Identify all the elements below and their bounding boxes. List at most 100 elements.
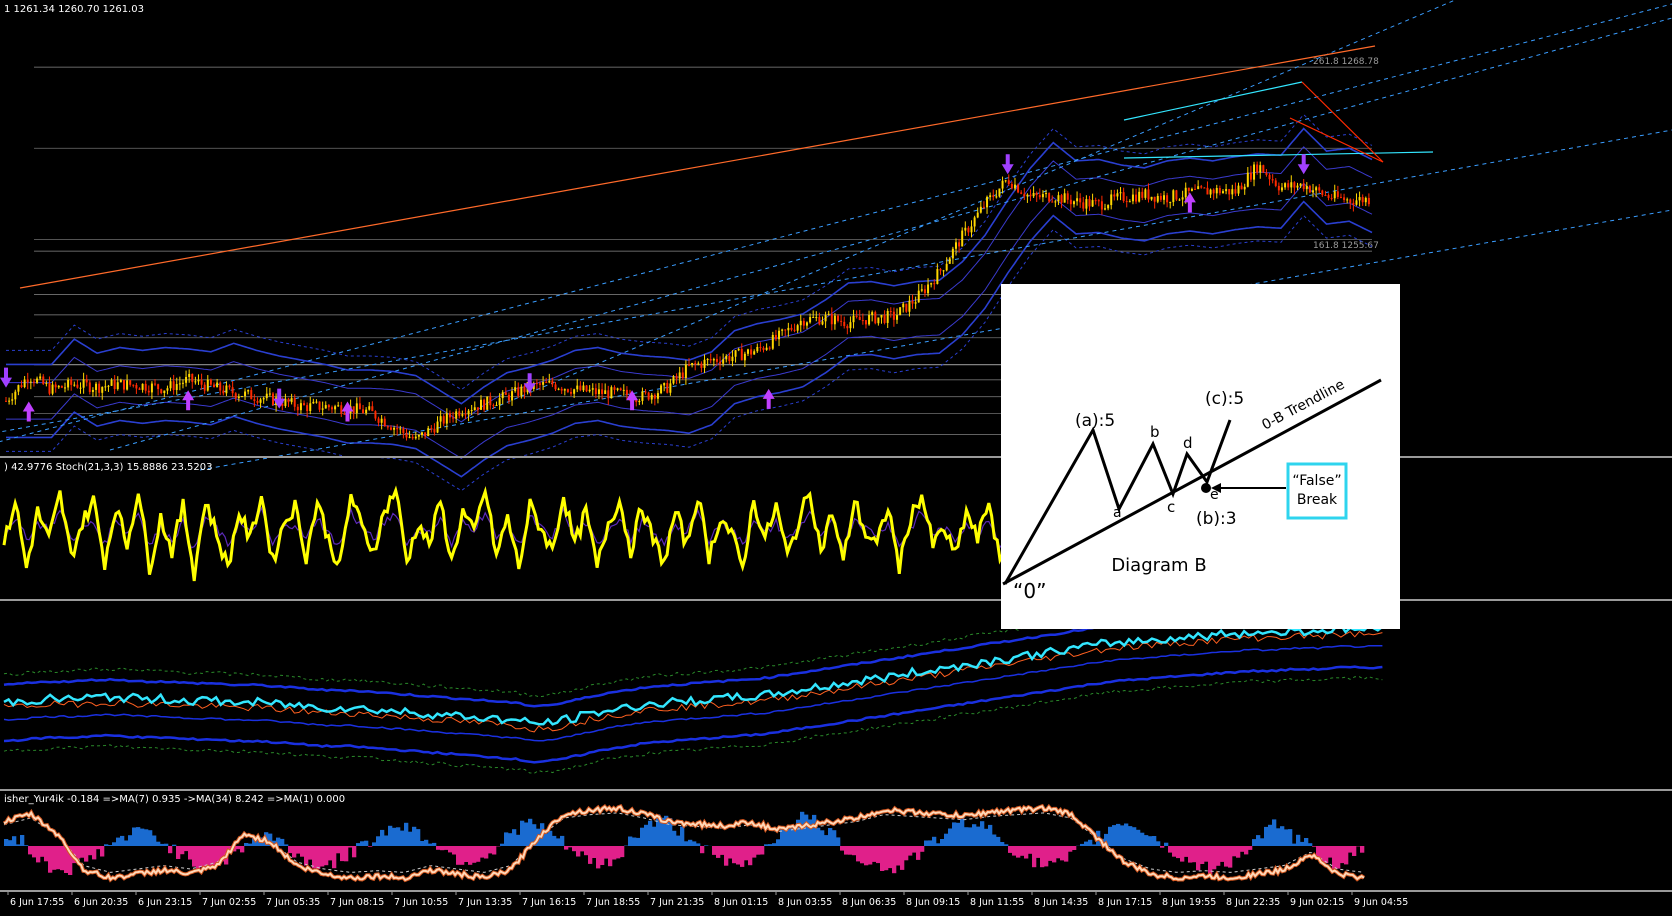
fisher-histogram-bar — [4, 839, 9, 846]
fisher-histogram-bar — [1008, 846, 1013, 853]
candle-body — [535, 383, 538, 385]
stochastic-panel[interactable]: ) 42.9776 Stoch(21,3,3) 15.8886 23.5203 — [2, 462, 1010, 582]
candle-body — [837, 315, 840, 321]
price-panel[interactable]: 261.8 1268.78161.8 1255.67138.2 1252.581… — [0, 0, 1672, 492]
diagram-b-figure: “False” Break (a):5 b a c d e (c):5 (b):… — [1002, 377, 1382, 603]
candle-body — [753, 351, 756, 355]
candle-body — [920, 289, 923, 291]
fisher-histogram-bar — [1020, 846, 1025, 856]
fisher-histogram-bar — [304, 846, 309, 866]
candle-body — [734, 350, 737, 357]
candle-body — [181, 382, 184, 384]
candle-body — [591, 388, 594, 390]
candle-body — [672, 376, 675, 384]
fisher-histogram-bar — [584, 846, 589, 856]
candle-body — [688, 364, 690, 366]
candle-body — [666, 383, 669, 393]
fisher-histogram-bar — [1152, 836, 1157, 846]
fisher-histogram-bar — [712, 846, 717, 855]
fisher-histogram-bar — [968, 827, 973, 846]
fisher-histogram-bar — [960, 818, 965, 846]
candle-body — [1051, 201, 1054, 203]
candle-body — [1293, 182, 1296, 188]
time-tick-label: 7 Jun 08:15 — [330, 897, 384, 908]
candle-body — [1315, 187, 1318, 191]
fisher-histogram-bar — [464, 846, 469, 862]
candle-body — [427, 428, 430, 437]
candle-body — [566, 389, 569, 392]
candle-body — [697, 363, 700, 365]
candle-body — [684, 364, 687, 379]
fisher-histogram-bar — [16, 844, 21, 846]
candle-body — [421, 432, 424, 435]
fisher-histogram-bar — [636, 837, 641, 846]
fisher-histogram-bar — [592, 846, 597, 858]
candle-body — [160, 389, 163, 394]
fisher-histogram-bar — [824, 835, 829, 846]
candle-body — [1265, 172, 1268, 175]
fisher-histogram-bar — [488, 846, 493, 854]
candle-body — [927, 284, 930, 294]
fisher-histogram-bar — [116, 837, 121, 846]
candle-body — [259, 399, 262, 403]
chart-canvas[interactable]: 261.8 1268.78161.8 1255.67138.2 1252.581… — [0, 0, 1672, 916]
candle-body — [756, 346, 759, 352]
candle-body — [650, 394, 653, 400]
fisher-histogram-bar — [368, 846, 373, 847]
candle-body — [417, 434, 420, 437]
candle-body — [1038, 195, 1041, 198]
candle-body — [306, 405, 309, 412]
trendline — [19, 45, 1376, 289]
fisher-histogram-bar — [492, 846, 497, 855]
candle-body — [169, 381, 172, 389]
fisher-histogram-bar — [124, 840, 129, 846]
fisher-histogram-bar — [744, 846, 749, 861]
fisher-histogram-bar — [100, 846, 105, 857]
candle-body — [669, 383, 672, 393]
fisher-histogram-bar — [616, 846, 621, 859]
candle-body — [849, 322, 852, 329]
candle-body — [948, 258, 951, 264]
fisher-histogram-bar — [1144, 835, 1149, 846]
fisher-histogram-bar — [596, 846, 601, 869]
fisher-histogram-bar — [148, 830, 153, 846]
candle-body — [520, 386, 523, 396]
fisher-histogram-bar — [652, 826, 657, 846]
fisher-histogram-bar — [404, 822, 409, 846]
fisher-histogram-bar — [1012, 846, 1017, 856]
fisher-histogram-bar — [176, 846, 181, 859]
fisher-histogram-bar — [984, 828, 989, 846]
fisher-panel[interactable]: isher_Yur4ik -0.184 =>MA(7) 0.935 ->MA(3… — [3, 794, 1366, 883]
fisher-histogram-bar — [1132, 827, 1137, 846]
candle-body — [861, 320, 864, 322]
fisher-histogram-bar — [836, 837, 841, 846]
fisher-histogram-bar — [804, 814, 809, 846]
candle-body — [79, 387, 82, 389]
candle-body — [1178, 199, 1181, 201]
trend-channel-lines — [0, 0, 1672, 471]
fisher-histogram-bar — [20, 835, 25, 846]
candle-body — [1206, 187, 1209, 195]
candle-body — [1125, 201, 1128, 203]
candle-body — [119, 379, 122, 383]
fib-level-label: 161.8 1255.67 — [1313, 241, 1379, 251]
fisher-histogram-bar — [480, 846, 485, 858]
wave-label-c: c — [1167, 498, 1175, 516]
candle-body — [805, 322, 808, 326]
candle-body — [424, 432, 427, 437]
fisher-histogram-bar — [820, 830, 825, 846]
candle-body — [1169, 202, 1172, 204]
candle-body — [1200, 186, 1203, 188]
fisher-histogram-bar — [336, 846, 341, 854]
candle-body — [1231, 189, 1234, 195]
candle-body — [1246, 172, 1249, 187]
fisher-histogram-bar — [728, 846, 733, 859]
fisher-histogram-bar — [1116, 823, 1121, 846]
fisher-histogram-bar — [188, 846, 193, 860]
candle-body — [36, 378, 39, 383]
candle-body — [458, 411, 461, 416]
candle-body — [1234, 189, 1237, 194]
fisher-histogram-bar — [680, 826, 685, 846]
candle-body — [1305, 185, 1308, 190]
candle-body — [954, 242, 957, 249]
